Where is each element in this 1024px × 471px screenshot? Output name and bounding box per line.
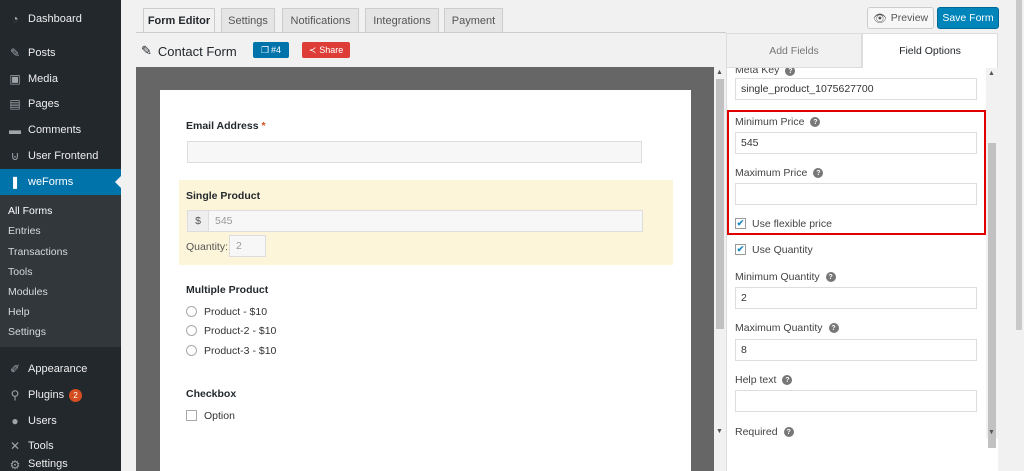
canvas-scrollbar[interactable]: ▲ ▼	[714, 67, 726, 437]
submenu-entries[interactable]: Entries	[8, 225, 41, 237]
sidebar-item-media[interactable]: ▣ Media	[0, 66, 121, 92]
email-input[interactable]	[187, 141, 642, 163]
product-radio-1[interactable]	[186, 306, 197, 317]
user-frontend-icon: ⊍	[10, 149, 20, 163]
tab-integrations[interactable]: Integrations	[365, 8, 439, 32]
sidebar-item-pages[interactable]: ▤ Pages	[0, 91, 121, 117]
submenu-tools[interactable]: Tools	[8, 266, 33, 278]
panel-scrollbar[interactable]: ▲ ▼	[986, 68, 998, 448]
preview-button[interactable]: 👁 Preview	[867, 7, 934, 29]
scroll-down-icon[interactable]: ▼	[988, 429, 995, 436]
submenu-help[interactable]: Help	[8, 306, 30, 318]
sidebar-item-weforms[interactable]: ❚ weForms	[0, 169, 121, 195]
plugins-update-badge: 2	[69, 388, 83, 402]
currency-addon: $	[187, 210, 209, 232]
users-icon: ●	[11, 414, 19, 428]
help-icon[interactable]: ?	[825, 272, 836, 282]
min-quantity-label: Minimum Quantity?	[735, 271, 836, 283]
sidebar-item-appearance[interactable]: ✐ Appearance	[0, 356, 121, 382]
admin-sidebar: ◔ Dashboard ✎ Posts ▣ Media ▤ Pages ▬ Comment…	[0, 0, 121, 471]
panel-scroll-thumb[interactable]	[988, 143, 996, 448]
help-text-input[interactable]	[735, 390, 977, 412]
tab-form-editor[interactable]: Form Editor	[143, 8, 215, 33]
pages-icon: ▤	[9, 97, 21, 111]
share-icon: ≺	[308, 44, 317, 55]
wrench-icon: ✕	[9, 439, 21, 453]
highlight-box	[727, 110, 986, 235]
canvas-scroll-thumb[interactable]	[716, 79, 724, 329]
page-scrollbar[interactable]	[1014, 0, 1024, 471]
max-quantity-label: Maximum Quantity?	[735, 322, 839, 334]
eye-icon: 👁	[872, 12, 887, 25]
product-option-2: Product-2 - $10	[204, 325, 277, 337]
help-icon[interactable]: ?	[785, 68, 796, 76]
checkbox-option-label: Option	[204, 410, 235, 422]
use-quantity-label: Use Quantity	[752, 244, 813, 256]
meta-key-input[interactable]: single_product_1075627700	[735, 78, 977, 100]
save-form-button[interactable]: Save Form	[937, 7, 999, 29]
plugin-icon: ⚲	[10, 388, 20, 402]
pencil-icon: ✎	[141, 43, 152, 58]
submenu-transactions[interactable]: Transactions	[8, 246, 68, 258]
multiple-product-label: Multiple Product	[186, 284, 269, 296]
submenu-all-forms[interactable]: All Forms	[8, 205, 52, 217]
checkbox-field-label: Checkbox	[186, 388, 237, 400]
page-scroll-thumb[interactable]	[1016, 0, 1022, 330]
weforms-icon: ❚	[9, 175, 21, 189]
product-option-3: Product-3 - $10	[204, 345, 277, 357]
price-input[interactable]: 545	[208, 210, 643, 232]
help-icon[interactable]: ?	[828, 323, 839, 333]
comment-icon: ▬	[9, 123, 21, 137]
sidebar-item-plugins[interactable]: ⚲ Plugins 2	[0, 382, 121, 408]
product-radio-2[interactable]	[186, 325, 197, 336]
sidebar-item-user-frontend[interactable]: ⊍ User Frontend	[0, 143, 121, 169]
weforms-submenu: All Forms Entries Transactions Tools Mod…	[0, 195, 121, 347]
sidebar-item-users[interactable]: ● Users	[0, 408, 121, 434]
option-checkbox[interactable]	[186, 410, 197, 421]
tab-field-options[interactable]: Field Options	[862, 33, 998, 68]
sidebar-item-tools[interactable]: ✕ Tools	[0, 433, 121, 459]
sidebar-item-posts[interactable]: ✎ Posts	[0, 40, 121, 66]
copy-icon: ❐	[260, 44, 270, 55]
use-quantity-checkbox[interactable]: ✔	[735, 244, 746, 255]
tab-notifications[interactable]: Notifications	[282, 8, 359, 32]
quantity-label: Quantity:	[186, 241, 229, 253]
min-quantity-input[interactable]: 2	[735, 287, 977, 309]
meta-key-label: Meta Key?	[735, 68, 796, 76]
share-button[interactable]: ≺ Share	[302, 42, 350, 58]
tab-divider	[136, 32, 726, 33]
sidebar-item-settings[interactable]: ⚙ Settings	[0, 458, 121, 471]
tab-settings[interactable]: Settings	[221, 8, 275, 32]
media-icon: ▣	[9, 72, 21, 86]
submenu-settings[interactable]: Settings	[8, 326, 46, 338]
product-option-1: Product - $10	[204, 306, 268, 318]
brush-icon: ✐	[9, 362, 21, 376]
tab-add-fields[interactable]: Add Fields	[726, 33, 862, 68]
required-label: Required?	[735, 426, 794, 438]
scroll-up-icon[interactable]: ▲	[988, 70, 995, 77]
sidebar-item-comments[interactable]: ▬ Comments	[0, 117, 121, 143]
help-icon[interactable]: ?	[782, 375, 793, 385]
settings-icon: ⚙	[9, 458, 21, 471]
quantity-input[interactable]: 2	[229, 235, 266, 257]
sidebar-item-dashboard[interactable]: ◔ Dashboard	[0, 6, 121, 32]
form-id-badge[interactable]: ❐ #4	[253, 42, 289, 58]
email-field-label[interactable]: Email Address *	[186, 120, 266, 132]
help-icon[interactable]: ?	[783, 427, 794, 437]
single-product-label: Single Product	[186, 190, 261, 202]
max-quantity-input[interactable]: 8	[735, 339, 977, 361]
submenu-modules[interactable]: Modules	[8, 286, 48, 298]
form-title[interactable]: ✎ Contact Form	[141, 43, 237, 59]
scroll-up-icon[interactable]: ▲	[716, 69, 723, 76]
pin-icon: ✎	[9, 46, 21, 60]
scroll-down-icon[interactable]: ▼	[716, 428, 723, 435]
help-text-label: Help text?	[735, 374, 793, 386]
product-radio-3[interactable]	[186, 345, 197, 356]
dashboard-icon: ◔	[11, 12, 19, 26]
tab-payment[interactable]: Payment	[444, 8, 503, 32]
